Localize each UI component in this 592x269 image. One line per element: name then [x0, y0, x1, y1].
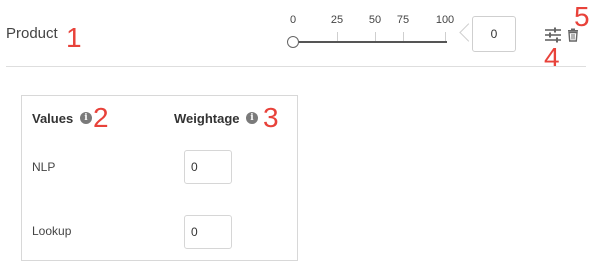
- annotation-4: 4: [544, 42, 560, 73]
- slider-tick-label: 25: [330, 14, 344, 26]
- slider-value-box[interactable]: 0: [472, 16, 516, 52]
- slider-thumb[interactable]: [287, 36, 299, 48]
- annotation-2: 2: [93, 102, 109, 133]
- header-divider: [6, 66, 586, 67]
- values-column-header: Values: [32, 111, 74, 126]
- annotation-1: 1: [66, 22, 82, 53]
- lookup-weight-input[interactable]: 0: [184, 215, 232, 249]
- slider-tick-label: 50: [368, 14, 382, 26]
- slider-tick-label: 0: [289, 14, 297, 26]
- weightage-panel: Values i 2 Weightage i 3 NLP 0 Lookup 0: [21, 95, 298, 261]
- nlp-weight-input[interactable]: 0: [184, 150, 232, 184]
- product-title: Product: [6, 25, 58, 42]
- row-label-nlp: NLP: [32, 160, 56, 174]
- slider-tick-label: 75: [396, 14, 410, 26]
- weight-slider[interactable]: 0 25 50 75 100: [285, 14, 457, 54]
- annotation-3: 3: [263, 102, 279, 133]
- info-icon[interactable]: i: [246, 112, 258, 124]
- info-icon[interactable]: i: [80, 112, 92, 124]
- slider-track[interactable]: [293, 41, 447, 43]
- row-label-lookup: Lookup: [32, 224, 72, 238]
- slider-tick-label: 100: [435, 14, 455, 26]
- weightage-column-header: Weightage: [174, 111, 240, 126]
- annotation-5: 5: [574, 1, 590, 32]
